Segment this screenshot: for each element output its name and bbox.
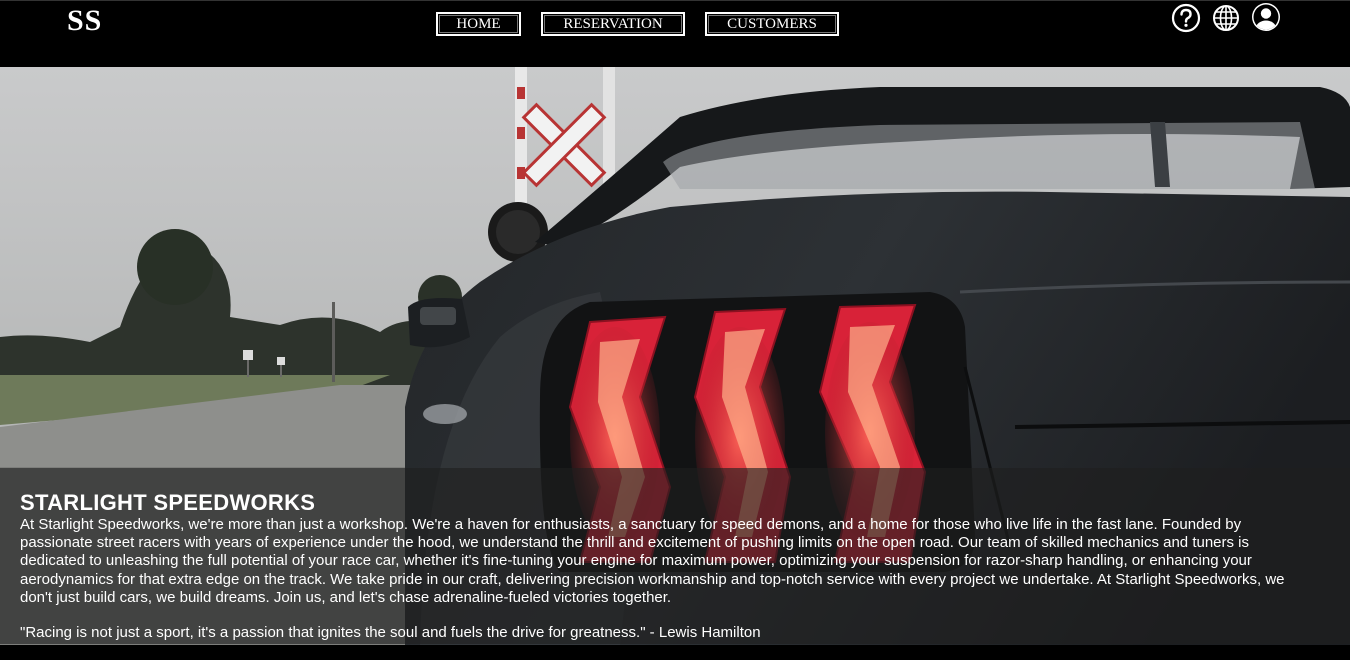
top-navigation-bar: SS HOME RESERVATION CUSTOMERS	[0, 0, 1350, 67]
description-line: dedicated to unleashing the full potenti…	[20, 552, 1252, 570]
company-description: At Starlight Speedworks, we're more than…	[20, 516, 1350, 607]
nav-reservation-button[interactable]: RESERVATION	[541, 12, 685, 36]
nav-customers-button[interactable]: CUSTOMERS	[705, 12, 839, 36]
company-title: STARLIGHT SPEEDWORKS	[20, 490, 316, 515]
nav-home-button[interactable]: HOME	[436, 12, 521, 36]
main-nav: HOME RESERVATION CUSTOMERS	[0, 12, 1350, 36]
user-account-icon[interactable]	[1250, 3, 1282, 35]
racing-quote: "Racing is not just a sport, it's a pass…	[20, 624, 761, 641]
description-line: don't just build cars, we build dreams. …	[20, 588, 672, 606]
description-line: passionate street racers with years of e…	[20, 534, 1250, 552]
globe-icon[interactable]	[1210, 3, 1242, 35]
description-line: aerodynamics for that extra edge on the …	[20, 570, 1285, 588]
description-line: At Starlight Speedworks, we're more than…	[20, 516, 1242, 533]
help-icon[interactable]	[1170, 3, 1202, 35]
footer-strip	[0, 645, 1350, 660]
